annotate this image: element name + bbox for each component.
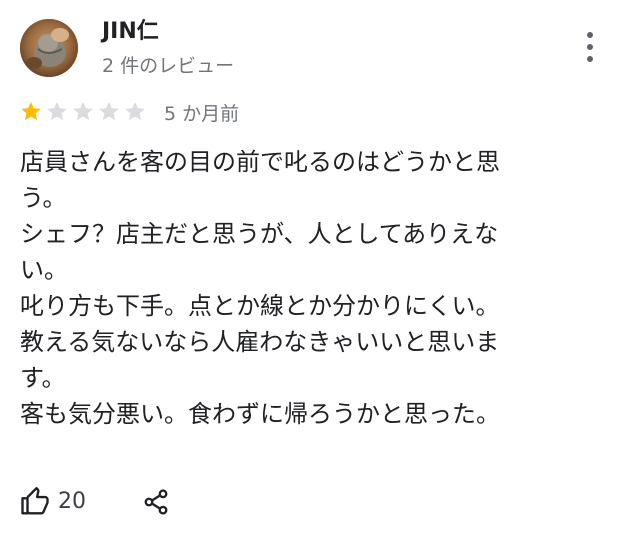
avatar[interactable] <box>20 19 78 77</box>
review-text-line: い。 <box>20 256 68 284</box>
thumb-up-icon <box>21 487 49 515</box>
rating-row: 5 か月前 <box>18 98 239 126</box>
like-button[interactable]: 20 <box>20 487 86 517</box>
review-text-line: シェフ？店主だと思うが、人としてありえな <box>20 220 499 248</box>
more-vert-icon <box>587 32 593 38</box>
review-text-line: う。 <box>20 184 67 212</box>
star-filled-icon <box>21 102 41 121</box>
review-text-line: 叱り方も下手。点とか線とか分かりにくい。 <box>20 292 500 320</box>
review-text: 店員さんを客の目の前で叱るのはどうかと思 う。シェフ？店主だと思うが、人としてあり… <box>20 144 580 432</box>
star-empty-icon <box>47 102 67 121</box>
star-empty-icon <box>73 102 93 121</box>
star-rating <box>18 100 148 124</box>
like-count: 20 <box>58 489 86 514</box>
share-button[interactable] <box>142 488 170 516</box>
review-actions: 20 <box>20 483 170 521</box>
reviewer-name[interactable]: JIN仁 <box>102 18 159 46</box>
review-text-line: 店員さんを客の目の前で叱るのはどうかと思 <box>20 148 500 176</box>
review-text-line: す。 <box>20 364 66 392</box>
star-empty-icon <box>125 102 145 121</box>
more-options-button[interactable] <box>575 28 607 66</box>
review-text-line: 教える気ないなら人雇わなきゃいいと思いま <box>20 328 500 356</box>
share-icon <box>144 489 168 515</box>
review-time: 5 か月前 <box>164 102 240 125</box>
star-empty-icon <box>99 102 119 121</box>
review-card: JIN仁 2 件のレビュー 5 か月前 店員さんを客の目の前で叱るのはどうかと思… <box>0 0 620 533</box>
reviewer-review-count: 2 件のレビュー <box>102 55 235 77</box>
review-text-line: 客も気分悪い。食わずに帰ろうかと思った。 <box>20 400 500 428</box>
